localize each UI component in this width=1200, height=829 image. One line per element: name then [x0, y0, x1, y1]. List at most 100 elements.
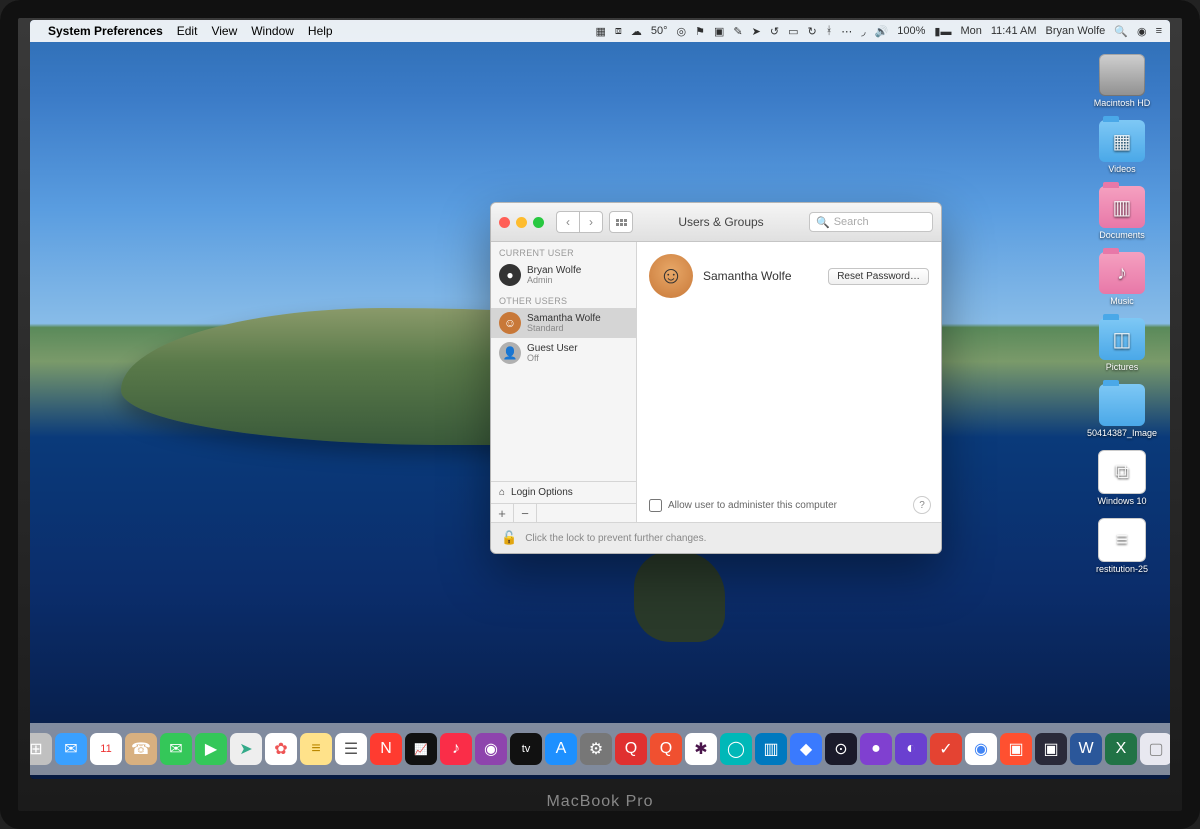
app-icon[interactable]: ▣: [714, 25, 724, 38]
dock-notes[interactable]: ≡: [300, 733, 332, 765]
search-field[interactable]: 🔍 Search: [809, 212, 933, 232]
notification-icon[interactable]: ≡: [1156, 25, 1162, 37]
menu-help[interactable]: Help: [308, 24, 333, 38]
reset-password-button[interactable]: Reset Password…: [828, 268, 929, 285]
menu-window[interactable]: Window: [251, 24, 294, 38]
dock-chrome[interactable]: ◉: [965, 733, 997, 765]
dock-facetime[interactable]: ▶: [195, 733, 227, 765]
login-options[interactable]: ⌂ Login Options: [491, 481, 636, 503]
back-button[interactable]: ‹: [556, 211, 579, 233]
cloud-icon[interactable]: ☁: [631, 25, 642, 38]
laptop-frame: System Preferences Edit View Window Help…: [0, 0, 1200, 829]
dock-1password[interactable]: ⊙: [825, 733, 857, 765]
spotlight-icon[interactable]: 🔍: [1114, 25, 1128, 38]
display-icon[interactable]: ▭: [788, 25, 798, 38]
temperature[interactable]: 50°: [651, 25, 668, 37]
desktop-icon-pictures[interactable]: ◫Pictures: [1099, 318, 1145, 372]
battery-percent[interactable]: 100%: [897, 25, 925, 37]
user-avatar[interactable]: ☺: [649, 254, 693, 298]
desktop-icon-50414387_image[interactable]: 50414387_Image: [1087, 384, 1157, 438]
desktop-icon-macintosh-hd[interactable]: Macintosh HD: [1094, 54, 1151, 108]
admin-checkbox[interactable]: [649, 499, 662, 512]
user-name[interactable]: Bryan Wolfe: [1046, 25, 1106, 37]
siri-icon[interactable]: ◉: [1137, 25, 1147, 38]
forward-button[interactable]: ›: [579, 211, 603, 233]
laptop-label: MacBook Pro: [0, 793, 1200, 811]
vpn-icon[interactable]: ⋯: [841, 25, 852, 38]
sync-icon[interactable]: ↺: [770, 25, 779, 38]
close-button[interactable]: [499, 217, 510, 228]
help-button[interactable]: ?: [913, 496, 931, 514]
desktop-icon-documents[interactable]: ▥Documents: [1099, 186, 1145, 240]
add-user-button[interactable]: +: [491, 504, 514, 522]
desktop-icon-windows-10[interactable]: ⧉Windows 10: [1097, 450, 1146, 506]
sidebar-user-guest-user[interactable]: 👤Guest UserOff: [491, 338, 636, 368]
lock-icon[interactable]: 🔓: [501, 530, 517, 546]
dock-tv[interactable]: tv: [510, 733, 542, 765]
dock-app-red[interactable]: Q: [615, 733, 647, 765]
dock: ☺◉✦⊞✉11☎✉▶➤✿≡☰N📈♪◉tvA⚙QQ✱◯▥◆⊙●◐✓◉▣▣WX▢▢⬇…: [30, 723, 1170, 775]
dock-messages[interactable]: ✉: [160, 733, 192, 765]
status-icon[interactable]: ▦: [595, 25, 605, 38]
dock-todoist[interactable]: ✓: [930, 733, 962, 765]
dock-app-grad[interactable]: ◐: [895, 733, 927, 765]
show-all-button[interactable]: [609, 211, 633, 233]
dock-app-blue[interactable]: ◆: [790, 733, 822, 765]
dock-photos[interactable]: ✿: [265, 733, 297, 765]
dock-maps[interactable]: ➤: [230, 733, 262, 765]
dock-app-light[interactable]: ▢: [1140, 733, 1170, 765]
remove-user-button[interactable]: −: [514, 504, 537, 522]
dock-trello[interactable]: ▥: [755, 733, 787, 765]
avatar: ●: [499, 264, 521, 286]
dock-app-dark[interactable]: ▣: [1035, 733, 1067, 765]
menubar-status: ▦ ⧈ ☁ 50° ◎ ⚑ ▣ ✎ ➤ ↺ ▭ ↻ ᚼ ⋯ ◞ 🔊 100% ▮…: [595, 25, 1162, 38]
selected-user-name: Samantha Wolfe: [703, 269, 792, 283]
dropbox-icon[interactable]: ⧈: [615, 25, 622, 38]
dock-music[interactable]: ♪: [440, 733, 472, 765]
dock-preferences[interactable]: ⚙: [580, 733, 612, 765]
wifi-icon[interactable]: ◞: [861, 25, 865, 38]
sidebar-user-current[interactable]: ● Bryan Wolfe Admin: [491, 260, 636, 290]
desktop-icon-videos[interactable]: ▦Videos: [1099, 120, 1145, 174]
clock-day[interactable]: Mon: [960, 25, 981, 37]
volume-icon[interactable]: 🔊: [875, 25, 889, 38]
dock-appstore[interactable]: A: [545, 733, 577, 765]
dock-app-orange[interactable]: ▣: [1000, 733, 1032, 765]
dock-app-teal[interactable]: ◯: [720, 733, 752, 765]
battery-icon[interactable]: ▮▬: [934, 25, 951, 38]
minimize-button[interactable]: [516, 217, 527, 228]
plane-icon[interactable]: ➤: [752, 25, 761, 38]
dock-podcasts[interactable]: ◉: [475, 733, 507, 765]
window-titlebar[interactable]: ‹ › Users & Groups 🔍 Search: [491, 203, 941, 242]
app-menu[interactable]: System Preferences: [48, 24, 163, 38]
clock-time[interactable]: 11:41 AM: [991, 25, 1037, 37]
traffic-lights: [499, 217, 544, 228]
dock-calendar[interactable]: 11: [90, 733, 122, 765]
dock-slack[interactable]: ✱: [685, 733, 717, 765]
search-placeholder: Search: [834, 216, 869, 228]
dock-mail[interactable]: ✉: [55, 733, 87, 765]
dock-app-purple[interactable]: ●: [860, 733, 892, 765]
search-icon: 🔍: [816, 216, 830, 229]
cc-icon[interactable]: ◎: [677, 25, 687, 38]
dock-reminders[interactable]: ☰: [335, 733, 367, 765]
timemachine-icon[interactable]: ↻: [807, 25, 816, 38]
admin-checkbox-row[interactable]: Allow user to administer this computer: [649, 499, 837, 512]
dock-stocks[interactable]: 📈: [405, 733, 437, 765]
desktop-icon-restitution-25[interactable]: ≡restitution-25: [1096, 518, 1148, 574]
dock-contacts[interactable]: ☎: [125, 733, 157, 765]
dock-launchpad[interactable]: ⊞: [30, 733, 52, 765]
dock-quip[interactable]: Q: [650, 733, 682, 765]
sidebar-user-samantha-wolfe[interactable]: ☺Samantha WolfeStandard: [491, 308, 636, 338]
flag-icon[interactable]: ⚑: [695, 25, 705, 38]
menu-view[interactable]: View: [211, 24, 237, 38]
menu-edit[interactable]: Edit: [177, 24, 198, 38]
bluetooth-icon[interactable]: ᚼ: [826, 25, 833, 37]
menubar: System Preferences Edit View Window Help…: [30, 20, 1170, 42]
desktop-icon-music[interactable]: ♪Music: [1099, 252, 1145, 306]
paste-icon[interactable]: ✎: [733, 25, 742, 38]
zoom-button[interactable]: [533, 217, 544, 228]
dock-excel[interactable]: X: [1105, 733, 1137, 765]
dock-word[interactable]: W: [1070, 733, 1102, 765]
dock-news[interactable]: N: [370, 733, 402, 765]
